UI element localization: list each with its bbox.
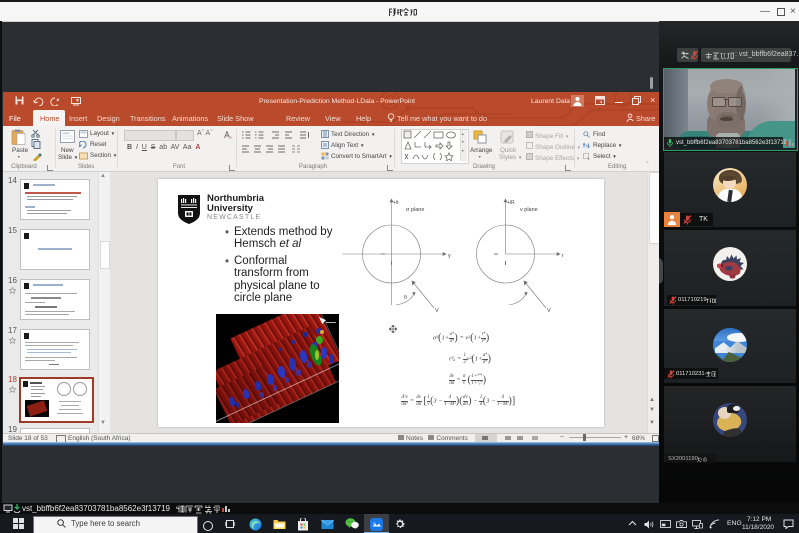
svg-text:v plane: v plane bbox=[520, 207, 538, 213]
svg-text:V: V bbox=[435, 308, 439, 313]
svg-text:θ: θ bbox=[404, 295, 407, 301]
svg-text:+iR: +iR bbox=[507, 200, 515, 206]
svg-text:r: r bbox=[562, 253, 564, 259]
svg-text:V: V bbox=[547, 308, 551, 313]
svg-text:y: y bbox=[448, 253, 451, 259]
svg-text:+it: +it bbox=[393, 200, 399, 206]
svg-text:σ plane: σ plane bbox=[406, 207, 424, 213]
